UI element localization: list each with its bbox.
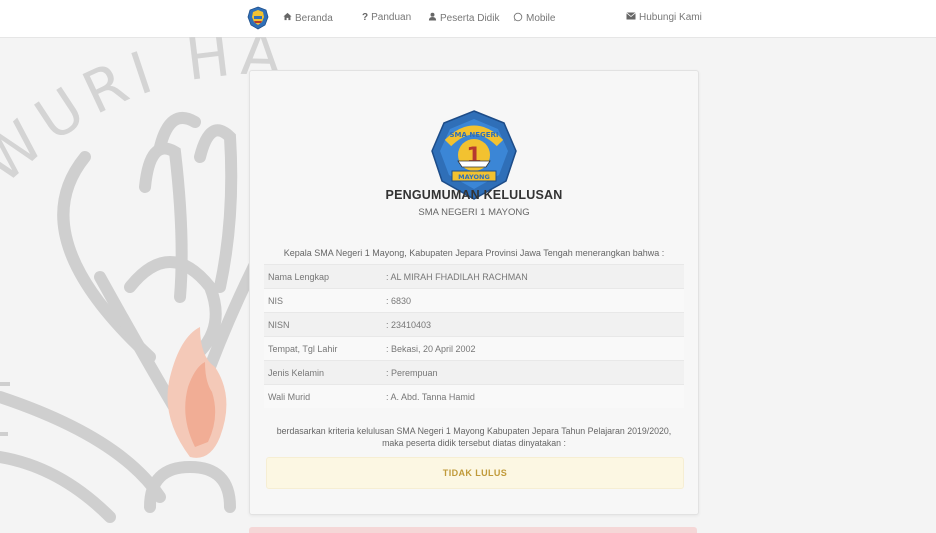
top-navbar: Beranda ? Panduan Peserta Didik Mobile H… [0,0,936,38]
envelope-icon [626,12,636,23]
row-value: : 6830 [386,296,412,306]
nav-item-mobile[interactable]: Mobile [513,12,555,25]
home-icon [283,12,292,24]
row-label: Tempat, Tgl Lahir [268,344,338,354]
row-label: NIS [268,296,284,306]
row-value: : A. Abd. Tanna Hamid [386,392,475,402]
user-icon [428,12,437,24]
whatsapp-icon [513,12,523,25]
intro-statement: Kepala SMA Negeri 1 Mayong, Kabupaten Je… [283,248,665,258]
crest-top-text: SMA NEGERI [449,131,498,139]
row-label: Nama Lengkap [268,272,330,282]
graduation-announcement-card: SMA NEGERI 1 MAYONG PENGUMUMAN KELULUSAN… [249,70,699,515]
nav-label: Mobile [526,13,556,24]
nav-label: Panduan [371,12,412,23]
row-value: : AL MIRAH FHADILAH RACHMAN [386,272,528,282]
school-name: SMA NEGERI 1 MAYONG [418,207,530,218]
row-value: : 23410403 [386,320,432,330]
page-title: PENGUMUMAN KELULUSAN [385,188,563,202]
table-row: Tempat, Tgl Lahir : Bekasi, 20 April 200… [264,336,684,360]
next-card-edge [249,527,697,533]
table-row: Wali Murid : A. Abd. Tanna Hamid [264,384,684,408]
nav-label: Peserta Didik [440,12,500,24]
criteria-statement: berdasarkan kriteria kelulusan SMA Neger… [250,425,698,449]
table-row: Jenis Kelamin : Perempuan [264,360,684,384]
table-row: NISN : 23410403 [264,312,684,336]
crest-bottom-text: MAYONG [458,173,490,181]
nav-item-hubungi-kami[interactable]: Hubungi Kami [626,12,702,23]
row-value: : Perempuan [386,368,438,378]
nav-item-peserta-didik[interactable]: Peserta Didik [428,12,499,24]
nav-label: Hubungi Kami [639,12,702,23]
row-label: NISN [268,320,290,330]
nav-item-panduan[interactable]: ? Panduan [362,12,411,23]
criteria-line-2: maka peserta didik tersebut diatas dinya… [382,438,566,448]
table-row: Nama Lengkap : AL MIRAH FHADILAH RACHMAN [264,264,684,288]
school-logo-icon[interactable] [246,6,270,30]
nav-item-beranda[interactable]: Beranda [283,12,333,24]
question-icon: ? [362,12,369,23]
table-row: NIS : 6830 [264,288,684,312]
row-label: Jenis Kelamin [268,368,325,378]
criteria-line-1: berdasarkan kriteria kelulusan SMA Neger… [276,426,672,436]
nav-label: Beranda [295,12,333,24]
row-value: : Bekasi, 20 April 2002 [386,344,476,354]
row-label: Wali Murid [268,392,311,402]
result-status-badge: TIDAK LULUS [266,457,684,489]
